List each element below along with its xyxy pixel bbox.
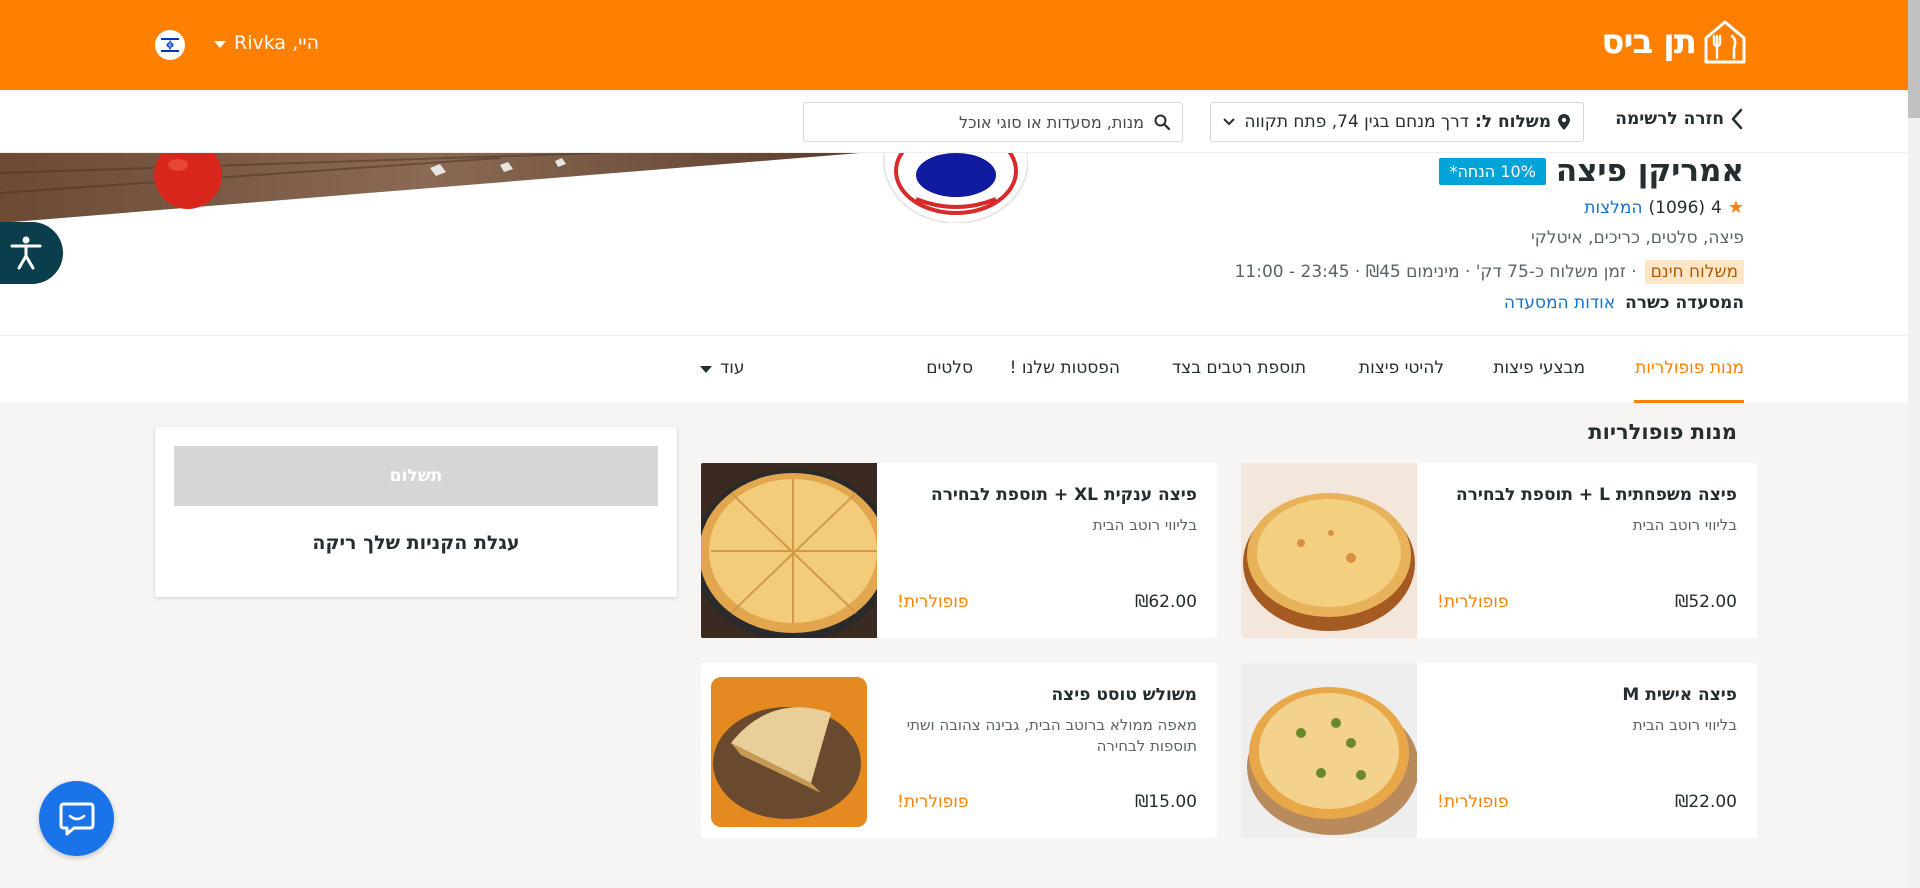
more-categories-button[interactable]: עוד [700,358,745,378]
dish-image [1241,463,1417,638]
delivery-meta: משלוח חינם · זמן משלוח כ-75 דק' · מינימו… [1235,260,1744,284]
category-tabs: מנות פופולריות מבצעי פיצות להיטי פיצות ת… [0,335,1908,403]
about-restaurant-link[interactable]: אודות המסעדה [1504,293,1615,313]
search-input[interactable] [824,112,1144,132]
star-of-david-icon [161,38,179,52]
empty-cart-message: עגלת הקניות שלך ריקה [312,532,520,554]
accessibility-button[interactable] [0,222,63,284]
dish-price: ₪62.00 [1135,592,1197,612]
popular-badge: פופולרית! [897,792,969,812]
restaurant-hero: אמריקן פיצה 10% הנחה* ★ 4 (1096) המלצות … [0,153,1908,335]
discount-badge: 10% הנחה* [1439,157,1546,185]
top-header: תן ביס היי, Rivka [0,0,1908,90]
back-label: חזרה לרשימה [1615,109,1724,129]
chat-button[interactable] [39,781,114,856]
more-label: עוד [720,358,745,378]
reviews-count: (1096) [1648,197,1706,218]
tab-side-sauces[interactable]: תוספת רטבים בצד [1172,358,1306,378]
delivery-address-selector[interactable]: משלוח ל: דרך מנחם בגין 74, פתח תקווה [1210,102,1584,142]
tab-pizza-deals[interactable]: מבצעי פיצות [1493,358,1585,378]
dish-price: ₪52.00 [1675,592,1737,612]
tab-pizza-hits[interactable]: להיטי פיצות [1359,358,1444,378]
chevron-down-icon [214,40,226,48]
deliver-address: דרך מנחם בגין 74, פתח תקווה [1244,112,1469,132]
dish-image [701,663,877,838]
chat-bubble-icon [59,802,94,835]
checkout-button[interactable]: תשלום [174,446,658,506]
dish-description: מאפה ממולא ברוטב הבית, גבינה צהובה ושתי … [906,716,1197,755]
dish-price: ₪22.00 [1675,792,1737,812]
tab-salads[interactable]: סלטים [926,358,973,378]
star-icon: ★ [1727,197,1744,218]
popular-badge: פופולרית! [1437,792,1509,812]
deliver-label: משלוח ל: [1475,112,1551,132]
delivery-details: · זמן משלוח כ-75 דק' · מינימום ₪45 · 23:… [1234,262,1637,282]
restaurant-logo [883,153,1028,223]
logo-text: תן ביס [1601,22,1697,62]
restaurant-name: אמריקן פיצה [1555,153,1744,189]
dish-description: בליווי רוטב הבית [1092,516,1197,534]
location-pin-icon [1558,114,1570,130]
page-scrollbar[interactable] [1908,0,1920,888]
scrollbar-thumb[interactable] [1908,0,1920,118]
kosher-label: המסעדה כשרה [1625,293,1744,313]
kosher-row: המסעדה כשרה אודות המסעדה [1504,293,1744,313]
reviews-link[interactable]: המלצות [1584,198,1642,218]
dish-description: בליווי רוטב הבית [1632,716,1737,734]
search-icon [1154,114,1170,130]
free-delivery-badge: משלוח חינם [1644,260,1744,284]
dish-card[interactable]: פיצה משפחתית L + תוספת לבחירה בליווי רוט… [1241,463,1757,638]
shopping-cart-panel: תשלום עגלת הקניות שלך ריקה [155,427,677,597]
restaurant-rating: ★ 4 (1096) המלצות [1584,197,1744,218]
restaurant-banner-image [0,153,860,223]
cuisine-list: פיצה, סלטים, כריכים, איטלקי [1530,228,1744,248]
dish-card[interactable]: פיצה אישית M בליווי רוטב הבית ₪22.00 פופ… [1241,663,1757,838]
dish-card[interactable]: משולש טוסט פיצה מאפה ממולא ברוטב הבית, ג… [701,663,1217,838]
tab-pastas[interactable]: הפסטות שלנו ! [1010,358,1120,378]
chevron-down-icon [1223,118,1235,126]
dish-image [1241,663,1417,838]
dish-description: בליווי רוטב הבית [1632,516,1737,534]
popular-badge: פופולרית! [1437,592,1509,612]
section-title: מנות פופולריות [1588,420,1737,444]
dish-title: פיצה אישית M [1622,685,1737,705]
greeting-text: היי, Rivka [234,32,320,54]
dish-title: משולש טוסט פיצה [1051,685,1198,705]
dish-title: פיצה משפחתית L + תוספת לבחירה [1456,485,1737,505]
dish-title: פיצה ענקית XL + תוספת לבחירה [931,485,1197,505]
active-tab-indicator [1634,400,1744,403]
israel-flag-icon[interactable] [155,30,185,60]
dish-card[interactable]: פיצה ענקית XL + תוספת לבחירה בליווי רוטב… [701,463,1217,638]
sub-header: חזרה לרשימה משלוח ל: דרך מנחם בגין 74, פ… [0,90,1908,153]
brand-logo[interactable]: תן ביס [1601,18,1746,66]
popular-badge: פופולרית! [897,592,969,612]
house-fork-knife-icon [1704,20,1746,64]
accessibility-icon [10,236,41,270]
rating-value: 4 [1711,197,1722,218]
chevron-down-icon [700,365,712,373]
user-menu[interactable]: היי, Rivka [214,32,319,54]
search-box[interactable] [803,102,1183,142]
back-to-list-button[interactable]: חזרה לרשימה [1615,108,1744,130]
tab-popular[interactable]: מנות פופולריות [1635,358,1744,378]
dish-price: ₪15.00 [1135,792,1197,812]
dish-image [701,463,877,638]
chevron-left-icon [1731,108,1743,130]
